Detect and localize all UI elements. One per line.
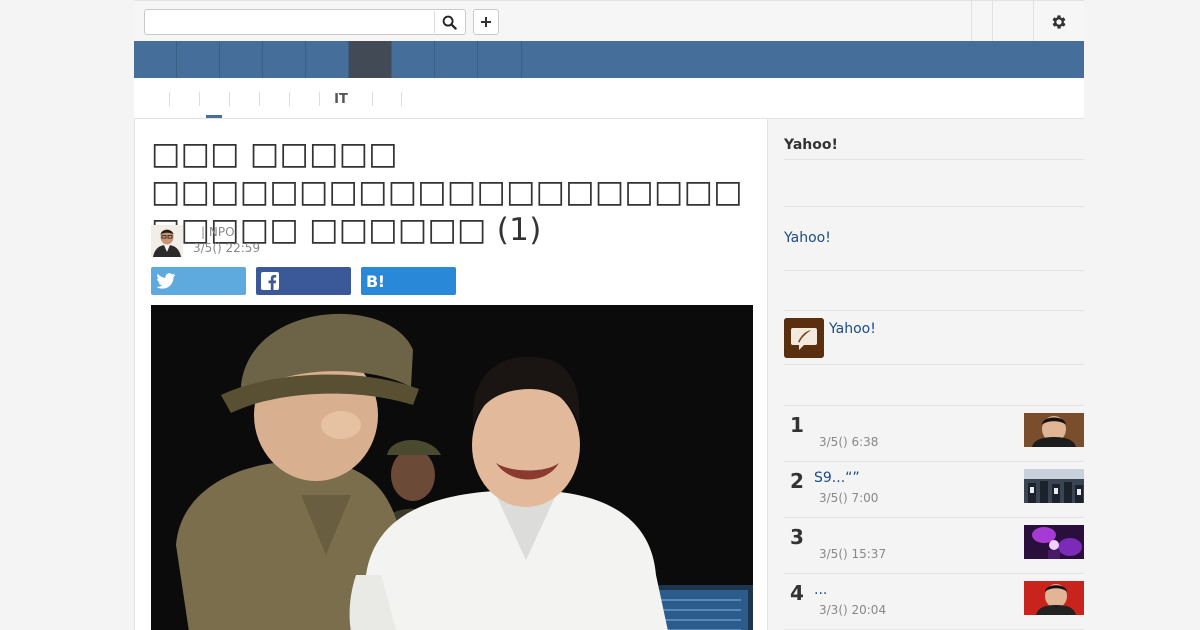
subnav-item[interactable] — [404, 92, 424, 106]
nav-tab[interactable] — [263, 41, 306, 78]
subnav-item-active[interactable] — [206, 92, 226, 106]
subnav-item[interactable] — [151, 92, 171, 106]
subnav-divider — [199, 92, 200, 106]
rank-thumbnail[interactable] — [1024, 525, 1084, 559]
sidebar-heading: Yahoo! — [784, 137, 838, 153]
article-byline: | NPO 3/5() 22:59 — [193, 224, 260, 256]
nav-tab[interactable] — [306, 41, 349, 78]
nav-tab[interactable] — [177, 41, 220, 78]
subnav-item[interactable] — [176, 92, 196, 106]
search-icon — [442, 15, 457, 30]
rank-time: 3/5() 6:38 — [819, 435, 879, 449]
ranking-item[interactable]: 4 ... 3/3() 20:04 — [784, 573, 1084, 629]
subnav-divider — [372, 92, 373, 106]
rank-number: 3 — [790, 525, 804, 549]
facebook-icon — [261, 272, 279, 290]
rank-time: 3/5() 15:37 — [819, 547, 887, 561]
subnav-item[interactable] — [266, 92, 286, 106]
nav-tab[interactable] — [435, 41, 478, 78]
app-link[interactable]: Yahoo! — [829, 321, 876, 337]
article-panel: □□□ □□□□□ □□□□□□□□□□□□□□□□□□□□ □□□□□ □□□… — [134, 119, 768, 630]
rank-thumbnail[interactable] — [1024, 469, 1084, 503]
hatena-bookmark-icon: B! — [366, 271, 385, 291]
subnav-item[interactable] — [374, 92, 394, 106]
nav-tab[interactable] — [392, 41, 435, 78]
toolbar-divider — [992, 1, 993, 41]
top-toolbar — [134, 0, 1084, 41]
subnav-divider — [169, 92, 170, 106]
sidebar-divider — [784, 206, 1084, 207]
author-avatar[interactable] — [151, 225, 183, 257]
subnav-divider — [401, 92, 402, 106]
quill-speech-icon — [784, 318, 824, 358]
subnav-item[interactable] — [296, 92, 316, 106]
ranking-item[interactable]: 1 3/5() 6:38 — [784, 405, 1084, 461]
article-photo[interactable] — [151, 305, 753, 630]
search-input[interactable] — [144, 9, 466, 35]
sidebar-divider — [784, 159, 1084, 160]
gear-icon — [1052, 15, 1066, 29]
sidebar-divider — [784, 310, 1084, 311]
twitter-icon — [156, 273, 176, 289]
rank-title[interactable]: S9...“” — [814, 470, 860, 486]
article-date: 3/5() 22:59 — [193, 241, 261, 255]
subnav-divider — [229, 92, 230, 106]
settings-button[interactable] — [1034, 9, 1084, 35]
ranking-item[interactable]: 3 3/5() 15:37 — [784, 517, 1084, 573]
rank-number: 4 — [790, 581, 804, 605]
rank-number: 1 — [790, 413, 804, 437]
add-button[interactable] — [473, 9, 499, 35]
sidebar-link[interactable]: Yahoo! — [784, 230, 831, 246]
twitter-share-button[interactable] — [151, 267, 246, 295]
category-navbar — [134, 41, 1084, 78]
subnav-item-it[interactable]: IT — [326, 92, 356, 107]
rank-title[interactable]: ... — [814, 582, 827, 598]
nav-tab[interactable] — [478, 41, 522, 78]
toolbar-divider — [971, 1, 972, 41]
subnav-divider — [319, 92, 320, 106]
rank-time: 3/3() 20:04 — [819, 603, 887, 617]
subnav-item[interactable] — [236, 92, 256, 106]
rank-number: 2 — [790, 469, 804, 493]
subnav-divider — [289, 92, 290, 106]
facebook-share-button[interactable] — [256, 267, 351, 295]
subnav-divider — [259, 92, 260, 106]
nav-tab[interactable] — [220, 41, 263, 78]
plus-icon — [481, 17, 491, 27]
hatena-bookmark-button[interactable]: B! — [361, 267, 456, 295]
rank-time: 3/5() 7:00 — [819, 491, 879, 505]
ranking-item[interactable]: 2 S9...“” 3/5() 7:00 — [784, 461, 1084, 517]
sidebar-divider — [784, 270, 1084, 271]
nav-tab-active[interactable] — [349, 41, 392, 78]
sub-navigation: IT — [134, 78, 1084, 118]
nav-tab[interactable] — [134, 41, 177, 78]
rank-thumbnail[interactable] — [1024, 581, 1084, 615]
search-button[interactable] — [434, 11, 464, 33]
article-publisher[interactable]: | NPO — [193, 225, 235, 239]
app-icon[interactable] — [784, 318, 824, 358]
sidebar-divider — [784, 364, 1084, 365]
rank-thumbnail[interactable] — [1024, 413, 1084, 447]
